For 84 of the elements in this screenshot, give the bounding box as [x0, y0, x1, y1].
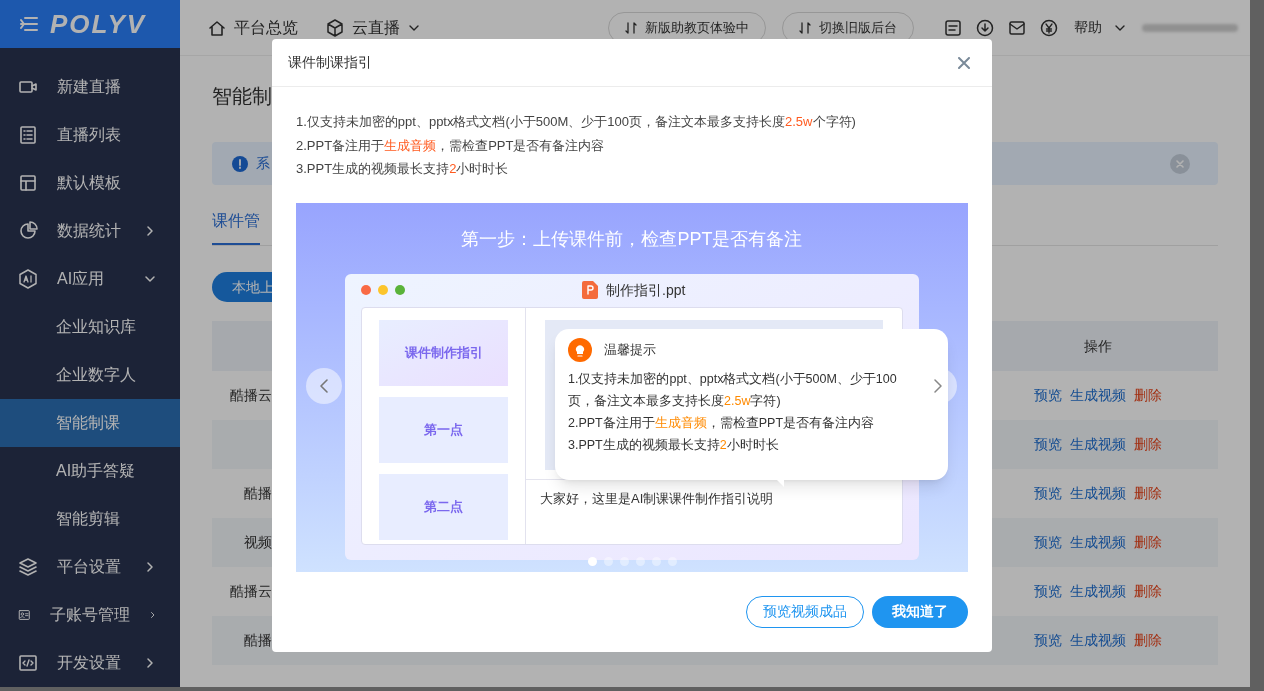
sidebar-item[interactable]: 企业知识库	[0, 303, 180, 351]
sidebar-item[interactable]: 直播列表	[0, 111, 180, 159]
table-cell-text: 酷播云	[230, 386, 272, 405]
action-link[interactable]: 生成视频	[1070, 385, 1126, 406]
ppt-file-icon	[582, 281, 598, 299]
sidebar-item[interactable]: 企业数字人	[0, 351, 180, 399]
sidebar-item[interactable]: 新建直播	[0, 63, 180, 111]
sidebar-icon	[18, 125, 38, 145]
sidebar-item[interactable]: 默认模板	[0, 159, 180, 207]
action-link[interactable]: 删除	[1134, 532, 1162, 553]
action-link[interactable]: 预览	[1034, 581, 1062, 602]
document-icon[interactable]	[944, 18, 962, 37]
speaker-note: 大家好，这里是AI制课课件制作指引说明	[540, 489, 774, 508]
window-controls-icon	[361, 285, 406, 295]
sort-icon	[799, 21, 811, 34]
slide-thumbnail[interactable]: 第一点	[379, 396, 508, 463]
slide-thumbnail[interactable]: 课件制作指引	[379, 319, 508, 386]
previous-button[interactable]	[306, 367, 342, 404]
sidebar-icon	[18, 173, 38, 193]
action-link[interactable]: 生成视频	[1070, 630, 1126, 651]
nav-icon	[326, 18, 344, 37]
sidebar-item[interactable]: 智能制课	[0, 399, 180, 447]
help-menu[interactable]: 帮助	[1074, 17, 1126, 38]
chevron-right-icon[interactable]	[934, 378, 943, 393]
download-icon[interactable]	[976, 18, 994, 37]
note-text: 2.PPT备注用于生成音频，需检查PPT是否有备注内容	[296, 136, 606, 155]
tab[interactable]: 课件管	[212, 199, 260, 245]
sidebar-item[interactable]: 子账号管理	[0, 591, 180, 639]
table-cell-text: 视频	[244, 533, 272, 552]
sidebar-icon	[18, 221, 38, 241]
lightbulb-icon	[568, 337, 592, 362]
action-link[interactable]: 生成视频	[1070, 581, 1126, 602]
menu-icon[interactable]	[20, 16, 38, 32]
close-icon[interactable]	[958, 56, 970, 69]
tip-text: 1.仅支持未加密的ppt、pptx格式文档(小于500M、少于100页，备注文本最多支持长度2.5w字符)	[568, 370, 898, 410]
sidebar-icon	[18, 269, 38, 289]
nav-link[interactable]: 平台总览	[208, 15, 298, 40]
note-text: 3.PPT生成的视频最长支持2小时时长	[296, 160, 510, 178]
action-link[interactable]: 删除	[1134, 630, 1162, 651]
table-cell-text: 酷播云	[230, 582, 272, 601]
action-link[interactable]: 删除	[1134, 483, 1162, 504]
action-link[interactable]: 预览	[1034, 483, 1062, 504]
sidebar-item[interactable]: 数据统计	[0, 207, 180, 255]
action-link[interactable]: 预览	[1034, 434, 1062, 455]
page-title: 智能制	[212, 84, 273, 109]
nav-icon	[208, 18, 226, 37]
action-link[interactable]: 生成视频	[1070, 483, 1126, 504]
tip-title: 温馨提示	[604, 340, 656, 359]
action-link[interactable]: 生成视频	[1070, 532, 1126, 553]
action-link[interactable]: 删除	[1134, 434, 1162, 455]
action-link[interactable]: 预览	[1034, 630, 1062, 651]
table-cell-text: 酷播	[244, 484, 272, 503]
action-link[interactable]: 预览	[1034, 385, 1062, 406]
action-link[interactable]: 删除	[1134, 385, 1162, 406]
dialog-button[interactable]: 预览视频成品	[746, 595, 864, 628]
action-link[interactable]: 生成视频	[1070, 434, 1126, 455]
alert-text: 系	[256, 154, 270, 173]
sidebar-icon	[18, 653, 38, 673]
action-link[interactable]: 删除	[1134, 581, 1162, 602]
tip-text: 3.PPT生成的视频最长支持2小时时长	[568, 436, 780, 454]
sidebar-item[interactable]: AI应用	[0, 255, 180, 303]
sidebar-item[interactable]: 智能剪辑	[0, 495, 180, 543]
sidebar-item[interactable]: AI助手答疑	[0, 447, 180, 495]
logo: POLYV	[0, 0, 180, 48]
action-link[interactable]: 预览	[1034, 532, 1062, 553]
sidebar-item[interactable]: 开发设置	[0, 639, 180, 687]
sidebar-icon	[18, 557, 38, 577]
close-icon[interactable]	[1170, 153, 1190, 174]
note-text: 1.仅支持未加密的ppt、pptx格式文档(小于500M、少于100页，备注文本最多支持长度2.5w个字符)	[296, 113, 857, 131]
slide-title: 第一步：上传课件前，检查PPT是否有备注	[461, 227, 803, 251]
yen-icon[interactable]	[1040, 18, 1058, 37]
dialog-title: 课件制课指引	[288, 53, 372, 72]
column-header: 操作	[1083, 336, 1113, 356]
table-cell-text: 酷播	[244, 631, 272, 650]
info-icon	[232, 155, 248, 172]
nav-link[interactable]: 云直播	[326, 15, 420, 40]
slide-thumbnail[interactable]: 第二点	[379, 473, 508, 540]
dialog-button[interactable]: 我知道了	[872, 595, 968, 628]
mail-icon[interactable]	[1008, 18, 1026, 37]
chevron-left-icon	[319, 377, 329, 394]
sidebar-item[interactable]: 平台设置	[0, 543, 180, 591]
tip-text: 2.PPT备注用于生成音频，需检查PPT是否有备注内容	[568, 414, 876, 432]
sort-icon	[625, 21, 637, 34]
file-name: 制作指引.ppt	[606, 280, 686, 300]
